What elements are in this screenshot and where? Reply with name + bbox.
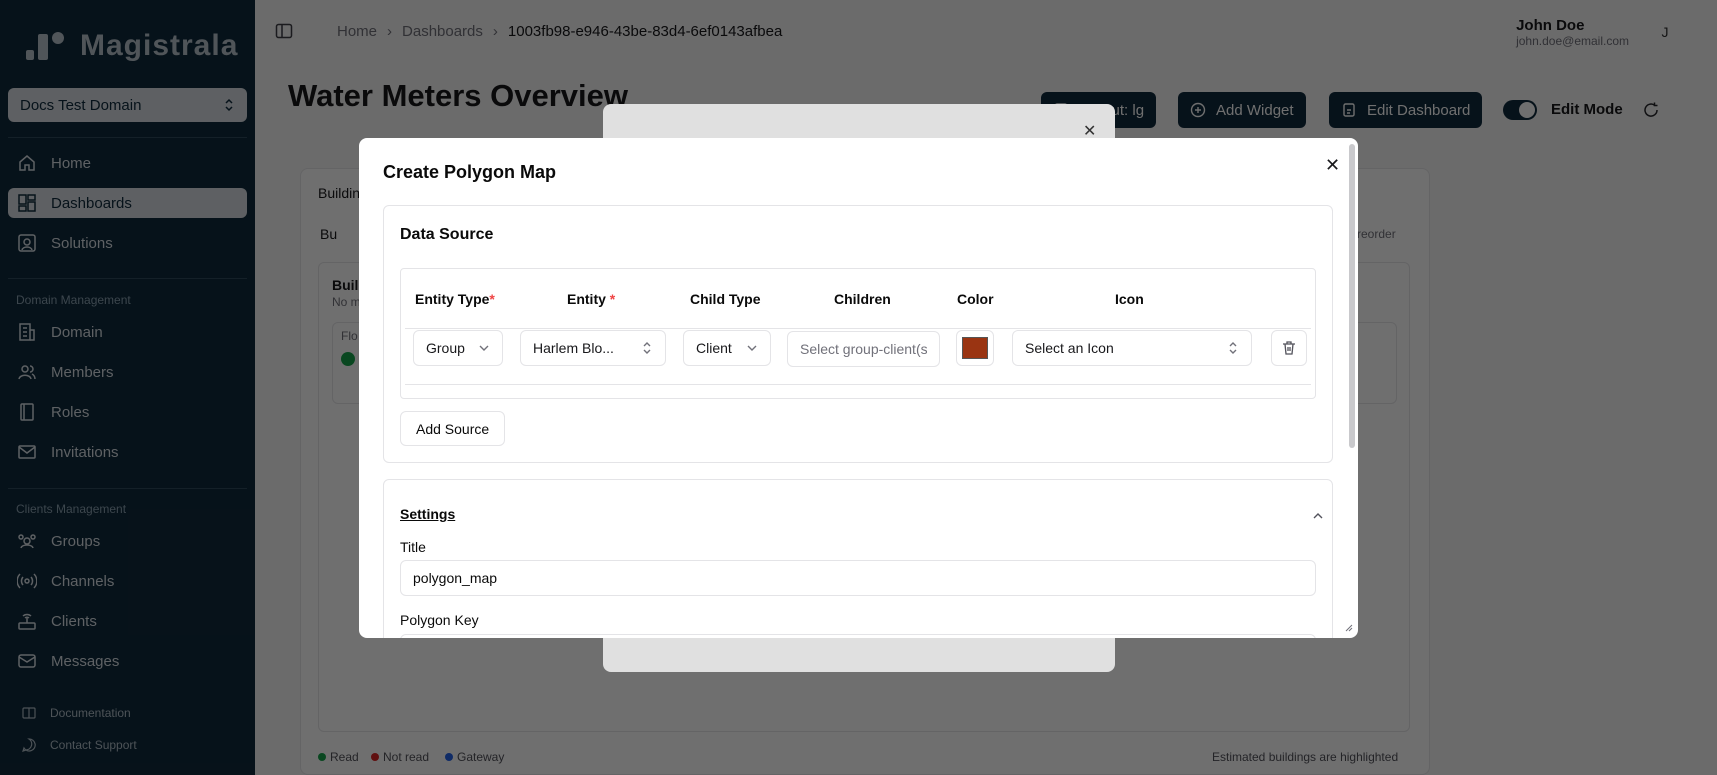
title-field-label: Title — [400, 539, 426, 555]
column-header-entity-type: Entity Type* — [415, 291, 495, 307]
children-placeholder: Select group-client(s) — [800, 341, 927, 357]
create-polygon-map-dialog: Create Polygon Map ✕ Data Source Entity … — [359, 138, 1358, 638]
column-header-child-type: Child Type — [690, 291, 761, 307]
settings-panel: Settings Title polygon_map Polygon Key — [383, 479, 1333, 638]
required-marker: * — [609, 291, 616, 307]
chevron-up-icon[interactable] — [1312, 510, 1324, 522]
data-source-title: Data Source — [400, 226, 494, 243]
child-type-value: Client — [696, 340, 732, 356]
data-source-panel: Data Source Entity Type* Entity * Child … — [383, 205, 1333, 463]
delete-row-button[interactable] — [1271, 330, 1307, 366]
table-row-divider — [405, 328, 1311, 329]
polygon-key-label: Polygon Key — [400, 612, 479, 628]
icon-select-value: Select an Icon — [1025, 340, 1114, 356]
settings-toggle[interactable]: Settings — [400, 506, 455, 522]
children-multiselect[interactable]: Select group-client(s) — [787, 331, 940, 367]
required-marker: * — [489, 291, 495, 307]
icon-select[interactable]: Select an Icon — [1012, 330, 1252, 366]
chevron-up-down-icon — [1229, 342, 1237, 354]
table-row-divider — [405, 384, 1311, 385]
color-picker[interactable] — [956, 330, 994, 366]
column-header-color: Color — [957, 291, 994, 307]
trash-icon — [1283, 341, 1295, 355]
column-header-entity: Entity * — [567, 291, 615, 307]
resize-grip-icon[interactable] — [1343, 622, 1353, 632]
data-source-table: Entity Type* Entity * Child Type Childre… — [400, 268, 1316, 399]
title-input[interactable]: polygon_map — [400, 560, 1316, 596]
polygon-key-input[interactable] — [400, 634, 1316, 638]
column-header-children: Children — [834, 291, 891, 307]
chevron-down-icon — [747, 345, 757, 351]
entity-type-value: Group — [426, 340, 465, 356]
entity-value: Harlem Blo... — [533, 340, 614, 356]
color-swatch — [962, 337, 988, 359]
scrollbar[interactable] — [1349, 144, 1355, 448]
header-label: Entity — [567, 291, 606, 307]
title-input-value: polygon_map — [413, 570, 498, 586]
header-label: Entity Type — [415, 291, 490, 307]
chevron-up-down-icon — [643, 342, 651, 354]
chevron-down-icon — [479, 345, 489, 351]
column-header-icon: Icon — [1115, 291, 1144, 307]
dialog-title: Create Polygon Map — [383, 162, 557, 182]
add-source-button[interactable]: Add Source — [400, 411, 506, 446]
close-icon[interactable]: ✕ — [1325, 155, 1340, 176]
entity-select[interactable]: Harlem Blo... — [520, 330, 666, 366]
child-type-select[interactable]: Client — [683, 330, 771, 366]
entity-type-select[interactable]: Group — [413, 330, 503, 366]
